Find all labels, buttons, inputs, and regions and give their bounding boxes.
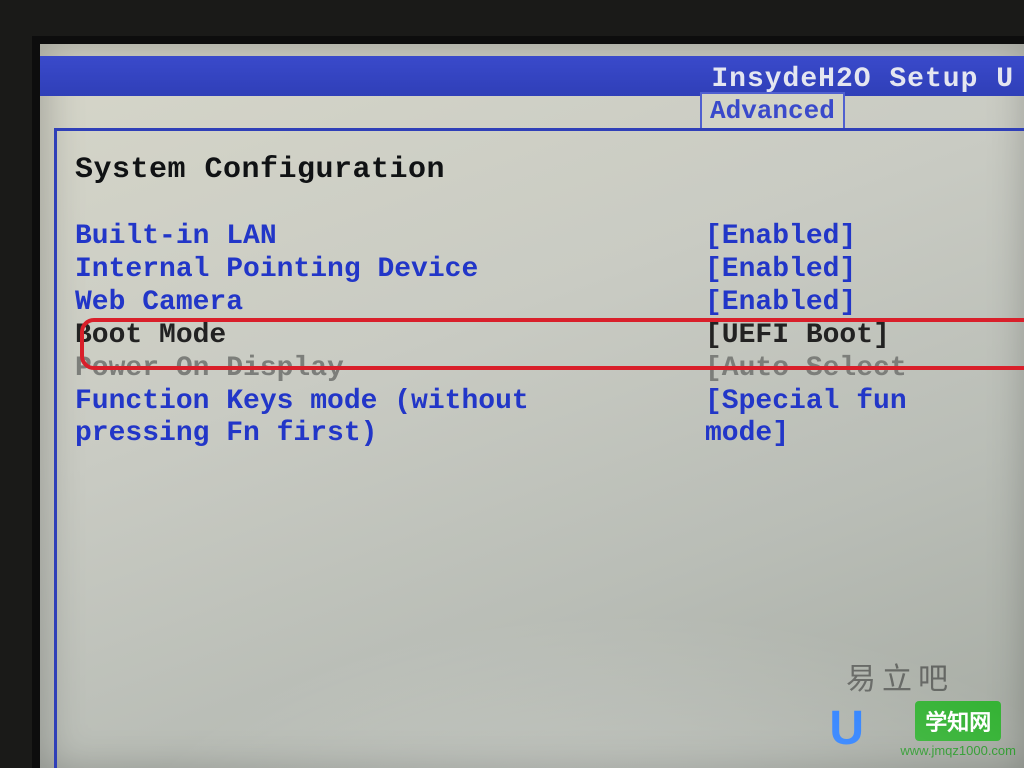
header-bar: InsydeH2O Setup U <box>40 56 1024 96</box>
item-internal-pointing-device[interactable]: Internal Pointing Device [Enabled] <box>75 254 1024 286</box>
item-label: Boot Mode <box>75 320 705 352</box>
item-label: Web Camera <box>75 287 705 319</box>
item-value: [Enabled] <box>705 287 856 319</box>
item-label: Power On Display <box>75 353 705 385</box>
item-label: Function Keys mode (without pressing Fn … <box>75 386 635 450</box>
item-power-on-display: Power On Display [Auto-Select <box>75 353 1024 385</box>
watermark-logo: U <box>829 701 864 756</box>
item-label: Built-in LAN <box>75 221 705 253</box>
bios-screen: InsydeH2O Setup U Advanced System Config… <box>32 36 1024 768</box>
item-value: [Auto-Select <box>705 353 907 385</box>
item-boot-mode[interactable]: Boot Mode [UEFI Boot] <box>75 320 1024 352</box>
watermark-url: www.jmqz1000.com <box>900 743 1016 758</box>
section-title: System Configuration <box>75 153 1024 187</box>
item-value: [Enabled] <box>705 254 856 286</box>
watermark-badge-text: 学知网 <box>915 701 1001 741</box>
item-function-keys-mode[interactable]: Function Keys mode (without pressing Fn … <box>75 386 1024 450</box>
bios-title: InsydeH2O Setup U <box>711 64 1014 95</box>
item-value: [UEFI Boot] <box>705 320 890 352</box>
item-label: Internal Pointing Device <box>75 254 705 286</box>
watermark-badge: 学知网 www.jmqz1000.com <box>900 701 1016 758</box>
item-built-in-lan[interactable]: Built-in LAN [Enabled] <box>75 221 1024 253</box>
item-value: [Special fun mode] <box>635 386 1005 450</box>
item-value: [Enabled] <box>705 221 856 253</box>
tab-advanced[interactable]: Advanced <box>700 92 845 130</box>
watermark-faint: 易立吧 <box>846 654 954 698</box>
item-web-camera[interactable]: Web Camera [Enabled] <box>75 287 1024 319</box>
